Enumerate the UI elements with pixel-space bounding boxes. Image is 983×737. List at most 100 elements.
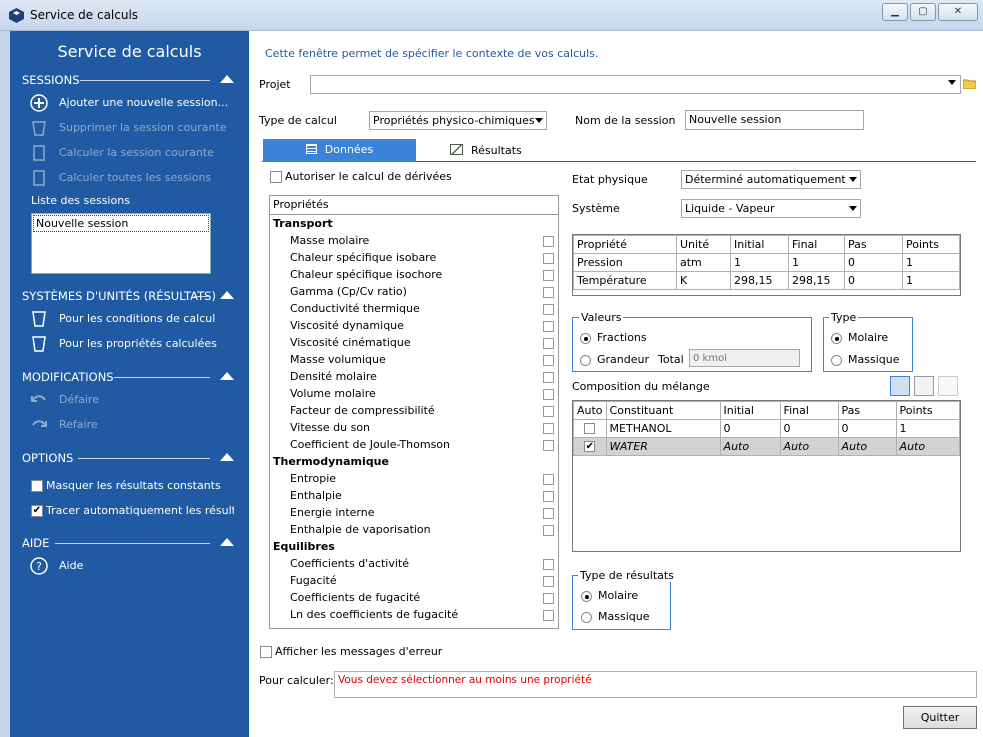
total-input[interactable] bbox=[689, 349, 800, 367]
redo-link[interactable]: Refaire bbox=[59, 418, 98, 431]
composition-label: Composition du mélange bbox=[572, 380, 710, 393]
table-cell[interactable]: Auto bbox=[895, 437, 961, 456]
grandeur-radio[interactable] bbox=[580, 355, 591, 366]
property-checkbox[interactable] bbox=[543, 236, 554, 247]
property-checkbox[interactable] bbox=[543, 508, 554, 519]
table-cell[interactable]: Auto bbox=[779, 437, 839, 456]
session-name-input[interactable]: Nouvelle session bbox=[685, 110, 864, 130]
derivees-checkbox[interactable] bbox=[270, 171, 282, 183]
collapse-help-icon[interactable] bbox=[220, 538, 234, 546]
table-header-row: Auto Constituant Initial Final Pas Point… bbox=[573, 401, 961, 420]
table-cell[interactable]: 1 bbox=[895, 419, 961, 438]
table-cell[interactable]: 0 bbox=[844, 253, 903, 272]
table-cell[interactable]: 298,15 bbox=[730, 271, 789, 290]
table-row[interactable]: Pression atm 1 1 0 1 bbox=[573, 253, 960, 272]
help-link[interactable]: Aide bbox=[59, 559, 83, 572]
molaire-radio[interactable] bbox=[831, 333, 842, 344]
systeme-combo[interactable]: Liquide - Vapeur bbox=[681, 199, 861, 218]
type-calcul-label: Type de calcul bbox=[259, 114, 337, 127]
collapse-sessions-icon[interactable] bbox=[220, 75, 234, 83]
collapse-options-icon[interactable] bbox=[220, 453, 234, 461]
auto-checkbox[interactable]: ✔ bbox=[584, 441, 596, 452]
table-cell[interactable]: atm bbox=[676, 253, 731, 272]
etat-value: Déterminé automatiquement bbox=[685, 173, 846, 186]
table-cell[interactable]: 1 bbox=[902, 271, 960, 290]
tab-donnees[interactable]: Données bbox=[263, 139, 416, 162]
table-cell[interactable]: 0 bbox=[844, 271, 903, 290]
property-label: Coefficient de Joule-Thomson bbox=[290, 438, 451, 451]
collapse-units-icon[interactable] bbox=[220, 291, 234, 299]
table-cell[interactable]: 1 bbox=[902, 253, 960, 272]
auto-plot-checkbox[interactable]: ✔ bbox=[31, 505, 43, 517]
resultats-molaire-radio[interactable] bbox=[581, 591, 592, 602]
table-cell[interactable]: Auto bbox=[837, 437, 897, 456]
table-cell[interactable]: 1 bbox=[730, 253, 789, 272]
units-properties-link[interactable]: Pour les propriétés calculées bbox=[59, 337, 217, 350]
projet-combo[interactable] bbox=[310, 75, 961, 94]
quit-button[interactable]: Quitter bbox=[903, 706, 977, 729]
property-checkbox[interactable] bbox=[543, 559, 554, 570]
property-checkbox[interactable] bbox=[543, 593, 554, 604]
resultats-massique-radio[interactable] bbox=[581, 612, 592, 623]
table-cell[interactable]: 0 bbox=[837, 419, 897, 438]
table-row[interactable]: METHANOL 0 0 0 1 bbox=[573, 419, 961, 438]
table-cell[interactable]: 298,15 bbox=[788, 271, 845, 290]
compute-session-link[interactable]: Calculer la session courante bbox=[59, 146, 214, 159]
auto-cell[interactable] bbox=[573, 419, 607, 438]
property-checkbox[interactable] bbox=[543, 474, 554, 485]
column-header: Points bbox=[902, 235, 960, 254]
table-cell[interactable]: Auto bbox=[719, 437, 781, 456]
property-checkbox[interactable] bbox=[543, 338, 554, 349]
undo-link[interactable]: Défaire bbox=[59, 393, 99, 406]
delete-session-link[interactable]: Supprimer la session courante bbox=[59, 121, 227, 134]
property-checkbox[interactable] bbox=[543, 610, 554, 621]
compute-all-link[interactable]: Calculer toutes les sessions bbox=[59, 171, 211, 184]
collapse-modifications-icon[interactable] bbox=[220, 372, 234, 380]
property-checkbox[interactable] bbox=[543, 372, 554, 383]
property-checkbox[interactable] bbox=[543, 321, 554, 332]
minimize-button[interactable]: ▁ bbox=[882, 3, 908, 21]
auto-checkbox[interactable] bbox=[584, 423, 596, 434]
units-conditions-link[interactable]: Pour les conditions de calcul bbox=[59, 312, 215, 325]
massique-radio[interactable] bbox=[831, 355, 842, 366]
property-checkbox[interactable] bbox=[543, 287, 554, 298]
property-checkbox[interactable] bbox=[543, 525, 554, 536]
fractions-radio[interactable] bbox=[580, 333, 591, 344]
folder-icon[interactable] bbox=[963, 78, 976, 89]
type-calcul-combo[interactable]: Propriétés physico-chimiques bbox=[369, 111, 547, 130]
session-list[interactable]: Nouvelle session bbox=[31, 213, 211, 274]
table-cell[interactable]: 1 bbox=[788, 253, 845, 272]
table-row[interactable]: Température K 298,15 298,15 0 1 bbox=[573, 271, 960, 290]
table-cell[interactable]: 0 bbox=[719, 419, 781, 438]
auto-cell[interactable]: ✔ bbox=[573, 437, 607, 456]
paste-icon[interactable] bbox=[938, 376, 958, 396]
property-checkbox[interactable] bbox=[543, 270, 554, 281]
property-checkbox[interactable] bbox=[543, 576, 554, 587]
show-errors-checkbox[interactable] bbox=[260, 646, 272, 658]
session-list-label: Liste des sessions bbox=[31, 194, 130, 207]
grid-view-icon[interactable] bbox=[890, 376, 910, 396]
maximize-button[interactable]: ▢ bbox=[910, 3, 936, 21]
property-checkbox[interactable] bbox=[543, 253, 554, 264]
add-session-link[interactable]: Ajouter une nouvelle session... bbox=[59, 96, 228, 109]
close-button[interactable]: ✕ bbox=[938, 3, 978, 21]
property-checkbox[interactable] bbox=[543, 406, 554, 417]
property-checkbox[interactable] bbox=[543, 304, 554, 315]
property-checkbox[interactable] bbox=[543, 491, 554, 502]
property-checkbox[interactable] bbox=[543, 389, 554, 400]
table-row[interactable]: ✔ WATER Auto Auto Auto Auto bbox=[573, 437, 961, 456]
property-label: Fugacité bbox=[290, 574, 337, 587]
chevron-down-icon[interactable] bbox=[948, 80, 956, 85]
etat-combo[interactable]: Déterminé automatiquement bbox=[681, 170, 861, 189]
property-checkbox[interactable] bbox=[543, 423, 554, 434]
tab-resultats[interactable]: Résultats bbox=[450, 141, 570, 161]
property-checkbox[interactable] bbox=[543, 355, 554, 366]
table-cell[interactable]: K bbox=[676, 271, 731, 290]
session-list-item[interactable]: Nouvelle session bbox=[33, 215, 209, 232]
table-cell[interactable]: 0 bbox=[779, 419, 839, 438]
copy-icon[interactable] bbox=[914, 376, 934, 396]
hide-constant-checkbox[interactable] bbox=[31, 480, 43, 492]
divider bbox=[114, 377, 210, 378]
svg-text:?: ? bbox=[36, 560, 42, 573]
property-checkbox[interactable] bbox=[543, 440, 554, 451]
